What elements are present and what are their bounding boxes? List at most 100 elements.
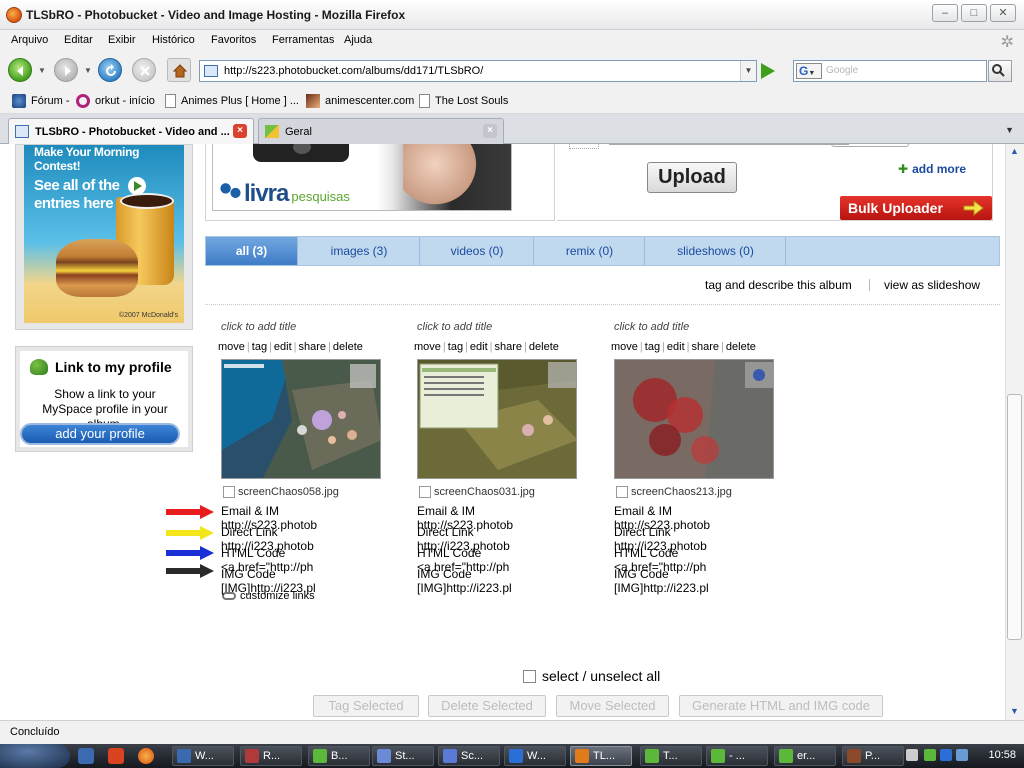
tag-describe-album-link[interactable]: tag and describe this album	[705, 278, 852, 292]
tag-link[interactable]: tag	[448, 341, 463, 353]
show-desktop-icon[interactable]	[78, 748, 94, 764]
delete-link[interactable]: delete	[333, 341, 363, 353]
edit-link[interactable]: edit	[274, 341, 292, 353]
taskbar-button[interactable]: er...	[774, 746, 836, 766]
upload-button[interactable]: Upload	[647, 162, 737, 193]
reload-button[interactable]	[98, 58, 122, 82]
bookmark-orkut[interactable]: orkut - início	[76, 94, 155, 108]
browse-button[interactable]	[831, 144, 909, 147]
photo-title[interactable]: click to add title	[614, 321, 689, 333]
file-input[interactable]	[609, 144, 849, 145]
tag-link[interactable]: tag	[252, 341, 267, 353]
menu-favoritos[interactable]: Favoritos	[211, 34, 256, 46]
tab-remix[interactable]: remix (0)	[535, 237, 645, 265]
taskbar-button[interactable]: B...	[308, 746, 370, 766]
tab-geral[interactable]: Geral ×	[258, 118, 504, 144]
photo-select-checkbox[interactable]	[223, 486, 235, 498]
img-code-field[interactable]: [IMG]http://i223.pl	[417, 581, 577, 595]
tray-network-icon[interactable]	[940, 749, 952, 761]
img-code-field[interactable]: [IMG]http://i223.pl	[221, 581, 381, 595]
menu-historico[interactable]: Histórico	[152, 34, 195, 46]
tray-messenger-icon[interactable]	[924, 749, 936, 761]
taskbar-button[interactable]: - ...	[706, 746, 768, 766]
close-button[interactable]: ✕	[990, 4, 1016, 22]
tab-list-dropdown[interactable]: ▼	[1005, 125, 1014, 135]
search-engine-selector[interactable]: G▼	[796, 63, 822, 79]
tab-close-icon[interactable]: ×	[233, 124, 247, 138]
stop-button[interactable]	[132, 58, 156, 82]
address-text[interactable]: http://s223.photobucket.com/albums/dd171…	[224, 65, 483, 77]
search-bar[interactable]: G▼ Google	[793, 60, 987, 82]
address-bar[interactable]: http://s223.photobucket.com/albums/dd171…	[199, 60, 757, 82]
add-profile-button[interactable]: add your profile	[20, 423, 180, 445]
forward-button[interactable]	[54, 58, 78, 82]
menu-exibir[interactable]: Exibir	[108, 34, 136, 46]
address-history-dropdown[interactable]: ▼	[740, 61, 756, 81]
livra-banner-ad[interactable]: livra pesquisas	[212, 144, 512, 211]
bulk-uploader-button[interactable]: Bulk Uploader	[840, 196, 992, 220]
photo-select-checkbox[interactable]	[616, 486, 628, 498]
go-button[interactable]	[761, 63, 775, 79]
view-as-slideshow-link[interactable]: view as slideshow	[884, 278, 980, 292]
taskbar-button[interactable]: W...	[172, 746, 234, 766]
tray-arrow-icon[interactable]	[906, 749, 918, 761]
tab-photobucket[interactable]: TLSbRO - Photobucket - Video and ... ×	[8, 118, 254, 145]
tab-slideshows[interactable]: slideshows (0)	[646, 237, 786, 265]
tab-videos[interactable]: videos (0)	[421, 237, 534, 265]
delete-link[interactable]: delete	[726, 341, 756, 353]
menu-editar[interactable]: Editar	[64, 34, 93, 46]
select-all-checkbox[interactable]	[523, 669, 536, 683]
taskbar-button[interactable]: St...	[372, 746, 434, 766]
taskbar-button[interactable]: P...	[842, 746, 904, 766]
delete-selected-button[interactable]: Delete Selected	[428, 695, 546, 717]
tab-close-icon[interactable]: ×	[483, 124, 497, 138]
start-button[interactable]	[0, 744, 70, 768]
tab-all[interactable]: all (3)	[206, 237, 298, 265]
scroll-up-icon[interactable]: ▲	[1010, 146, 1019, 156]
move-selected-button[interactable]: Move Selected	[556, 695, 669, 717]
menu-ferramentas[interactable]: Ferramentas	[272, 34, 334, 46]
search-button[interactable]	[988, 60, 1012, 82]
page-scrollbar[interactable]: ▲ ▼	[1005, 144, 1024, 720]
scroll-down-icon[interactable]: ▼	[1010, 706, 1019, 716]
move-link[interactable]: move	[611, 341, 638, 353]
firefox-quicklaunch-icon[interactable]	[138, 748, 154, 764]
photo-select-checkbox[interactable]	[419, 486, 431, 498]
forward-history-dropdown[interactable]: ▼	[84, 66, 92, 75]
bookmark-animes-plus[interactable]: Animes Plus [ Home ] ...	[165, 94, 299, 108]
share-link[interactable]: share	[692, 341, 720, 353]
tab-images[interactable]: images (3)	[299, 237, 420, 265]
scrollbar-thumb[interactable]	[1007, 394, 1022, 640]
bookmark-animescenter[interactable]: animescenter.com	[306, 94, 414, 108]
taskbar-button[interactable]: R...	[240, 746, 302, 766]
tray-volume-icon[interactable]	[956, 749, 968, 761]
generate-code-button[interactable]: Generate HTML and IMG code	[679, 695, 883, 717]
select-all-toggle[interactable]: select / unselect all	[523, 668, 660, 684]
minimize-button[interactable]: –	[932, 4, 958, 22]
bookmark-forum[interactable]: Fórum -	[12, 94, 70, 108]
maximize-button[interactable]: □	[961, 4, 987, 22]
share-link[interactable]: share	[299, 341, 327, 353]
back-history-dropdown[interactable]: ▼	[38, 66, 46, 75]
share-link[interactable]: share	[495, 341, 523, 353]
photo-title[interactable]: click to add title	[417, 321, 492, 333]
photo-title[interactable]: click to add title	[221, 321, 296, 333]
move-link[interactable]: move	[414, 341, 441, 353]
home-button[interactable]	[167, 58, 191, 82]
photo-thumbnail[interactable]	[417, 359, 577, 479]
img-code-field[interactable]: [IMG]http://i223.pl	[614, 581, 774, 595]
edit-link[interactable]: edit	[667, 341, 685, 353]
move-link[interactable]: move	[218, 341, 245, 353]
back-button[interactable]	[8, 58, 32, 82]
photo-thumbnail[interactable]	[221, 359, 381, 479]
add-more-link[interactable]: ✚ add more	[898, 162, 966, 176]
taskbar-button[interactable]: TL...	[570, 746, 632, 766]
photo-thumbnail[interactable]	[614, 359, 774, 479]
quicklaunch-app-icon[interactable]	[108, 748, 124, 764]
bookmark-lost-souls[interactable]: The Lost Souls	[419, 94, 508, 108]
menu-ajuda[interactable]: Ajuda	[344, 34, 372, 46]
delete-link[interactable]: delete	[529, 341, 559, 353]
edit-link[interactable]: edit	[470, 341, 488, 353]
mcdonalds-ad[interactable]: Make Your Morning Contest! See all of th…	[24, 145, 184, 323]
menu-arquivo[interactable]: Arquivo	[11, 34, 48, 46]
